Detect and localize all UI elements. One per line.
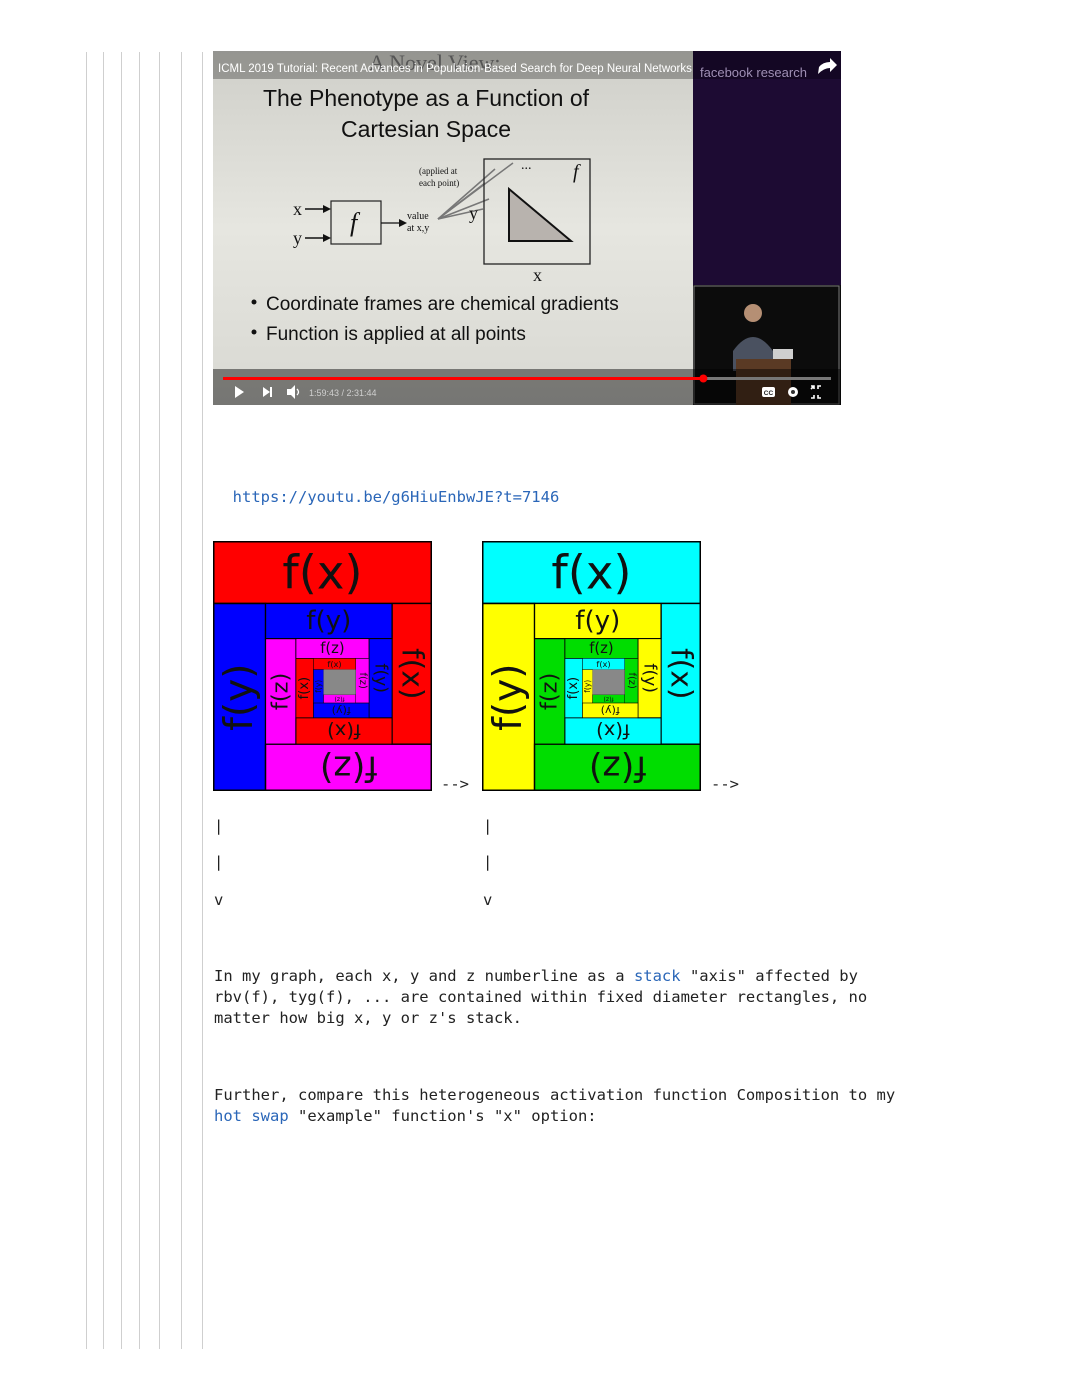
brand-watermark: facebook research xyxy=(700,65,807,80)
applied-label: (applied at xyxy=(419,166,458,176)
spiral-band-label: f(z) xyxy=(589,748,647,788)
spiral-band-label: f(z) xyxy=(334,695,344,702)
spiral-band-label: f(z) xyxy=(357,672,368,689)
spiral-band-label: f(y) xyxy=(640,663,660,693)
video-link-line: https://youtu.be/g6HiuEnbwJE?t=7146 xyxy=(214,466,560,508)
spiral-band-label: f(x) xyxy=(596,659,610,669)
youtube-link[interactable]: https://youtu.be/g6HiuEnbwJE?t=7146 xyxy=(233,488,560,506)
down-arrow-bar: | xyxy=(483,853,493,871)
progress-handle[interactable] xyxy=(699,374,708,383)
spiral-band-label: f(x) xyxy=(566,677,581,700)
spiral-band-label: f(z) xyxy=(320,748,378,788)
spiral-band-label: f(x) xyxy=(551,545,631,599)
down-arrow-bar: | xyxy=(214,853,224,871)
spiral-band-label: f(y) xyxy=(575,606,620,636)
nested-function-figure-2: f(x) f(y) f(z) f(x) f(y) f(z) f(x) f(y) f(z) f(x)… xyxy=(481,540,702,792)
speaker-head xyxy=(744,304,762,322)
time-display: 1:59:43 / 2:31:44 xyxy=(309,388,377,398)
para1-text: "axis" affected by xyxy=(680,967,858,985)
progress-fill xyxy=(223,377,704,380)
video-frame: A Novel View: ICML 2019 Tutorial: Recent… xyxy=(213,51,841,405)
thread-line xyxy=(181,52,182,1349)
thread-line xyxy=(139,52,140,1349)
y-axis-label: y xyxy=(469,203,478,223)
spiral-band-label: f(y) xyxy=(601,704,620,717)
svg-text:CC: CC xyxy=(764,390,774,397)
spiral-band-label: f(x) xyxy=(327,719,361,742)
down-arrow-bar: | xyxy=(214,817,224,835)
spiral-band-label: f(z) xyxy=(268,673,294,710)
nested-function-figure-1: f(x) f(y) f(z) f(x) f(y) f(z) f(x) f(y) f(z) f(x)… xyxy=(212,540,433,792)
spiral-band-label: f(z) xyxy=(603,695,613,702)
thread-line xyxy=(86,52,87,1349)
spiral-band-label: f(z) xyxy=(537,673,563,710)
thread-line xyxy=(202,52,203,1349)
spiral-band-label: f(y) xyxy=(583,680,592,693)
para1-line3: matter how big x, y or z's stack. xyxy=(214,1009,522,1027)
down-arrow-head: v xyxy=(214,891,224,909)
spiral-band-label: f(x) xyxy=(395,648,430,699)
thread-line xyxy=(121,52,122,1349)
para1-text: In my graph, each x, y and z numberline … xyxy=(214,967,634,985)
spiral-core xyxy=(323,669,356,695)
slide-subtitle: Cartesian Space xyxy=(341,116,511,142)
captions-icon[interactable]: CC xyxy=(762,387,775,397)
spiral-band-label: f(y) xyxy=(314,680,323,693)
down-arrow-head: v xyxy=(483,891,493,909)
at-xy-label: at x,y xyxy=(407,223,429,234)
slide-bullet: Function is applied at all points xyxy=(266,324,526,345)
down-arrow-bar: | xyxy=(483,817,493,835)
para1-line2: rbv(f), tyg(f), ... are contained within… xyxy=(214,988,868,1006)
right-arrow-text: --> xyxy=(711,775,739,793)
thread-line xyxy=(103,52,104,1349)
diagram-x-input: x xyxy=(293,199,302,219)
para2-line1: Further, compare this heterogeneous acti… xyxy=(214,1086,896,1104)
hot-swap-link[interactable]: hot swap xyxy=(214,1107,289,1125)
x-axis-label: x xyxy=(533,265,542,285)
spiral-band-label: f(z) xyxy=(589,640,613,657)
value-label: value xyxy=(407,211,429,222)
paragraph-1: In my graph, each x, y and z numberline … xyxy=(214,966,867,1029)
spiral-band-label: f(x) xyxy=(297,677,312,700)
slide-title: The Phenotype as a Function of xyxy=(263,85,590,111)
spiral-core xyxy=(592,669,625,695)
applied-label-2: each point) xyxy=(419,178,459,188)
spiral-band-label: f(y) xyxy=(486,664,531,731)
spiral-band-label: f(x) xyxy=(282,545,362,599)
spiral-band-label: f(x) xyxy=(664,648,699,699)
gear-icon[interactable] xyxy=(788,387,798,397)
paragraph-2: Further, compare this heterogeneous acti… xyxy=(214,1085,895,1127)
video-player[interactable]: A Novel View: ICML 2019 Tutorial: Recent… xyxy=(213,51,841,405)
spiral-band-label: f(x) xyxy=(596,719,630,742)
diagram-y-input: y xyxy=(293,228,302,248)
spiral-band-label: f(y) xyxy=(332,704,351,717)
spiral-band-label: f(y) xyxy=(371,663,391,693)
para2-text: "example" function's "x" option: xyxy=(288,1107,597,1125)
stack-link[interactable]: stack xyxy=(634,967,681,985)
figure-2-svg: f(x)f(y)f(z)f(x)f(y)f(z)f(x)f(y)f(z)f(x)… xyxy=(481,540,702,792)
thread-line xyxy=(159,52,160,1349)
spiral-band-label: f(y) xyxy=(306,606,351,636)
video-header-title[interactable]: ICML 2019 Tutorial: Recent Advances in P… xyxy=(218,63,692,75)
spiral-band-label: f(z) xyxy=(320,640,344,657)
spiral-band-label: f(z) xyxy=(626,672,637,689)
spiral-band-label: f(y) xyxy=(217,664,262,731)
figure-1-svg: f(x)f(y)f(z)f(x)f(y)f(z)f(x)f(y)f(z)f(x)… xyxy=(212,540,433,792)
dots-label: ... xyxy=(521,158,532,173)
slide-bullet: Coordinate frames are chemical gradients xyxy=(266,294,619,315)
right-arrow-text: --> xyxy=(441,775,469,793)
spiral-band-label: f(x) xyxy=(327,659,341,669)
